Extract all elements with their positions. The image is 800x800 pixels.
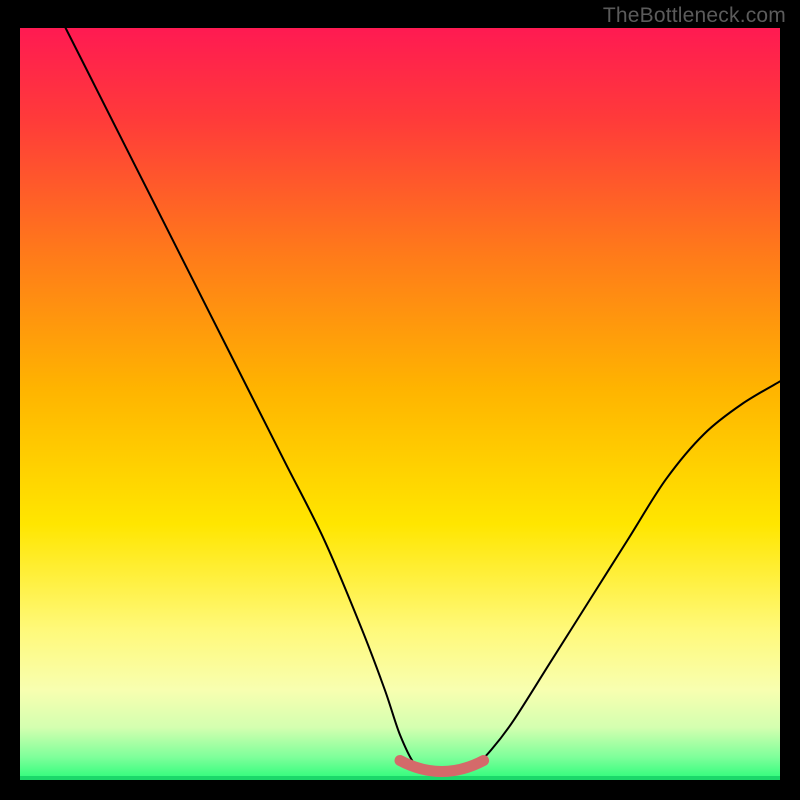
gradient-background — [20, 28, 780, 780]
watermark-label: TheBottleneck.com — [603, 4, 786, 28]
baseline-strip — [20, 776, 780, 780]
chart-container: TheBottleneck.com — [0, 0, 800, 800]
bottleneck-curve-plot — [20, 28, 780, 780]
